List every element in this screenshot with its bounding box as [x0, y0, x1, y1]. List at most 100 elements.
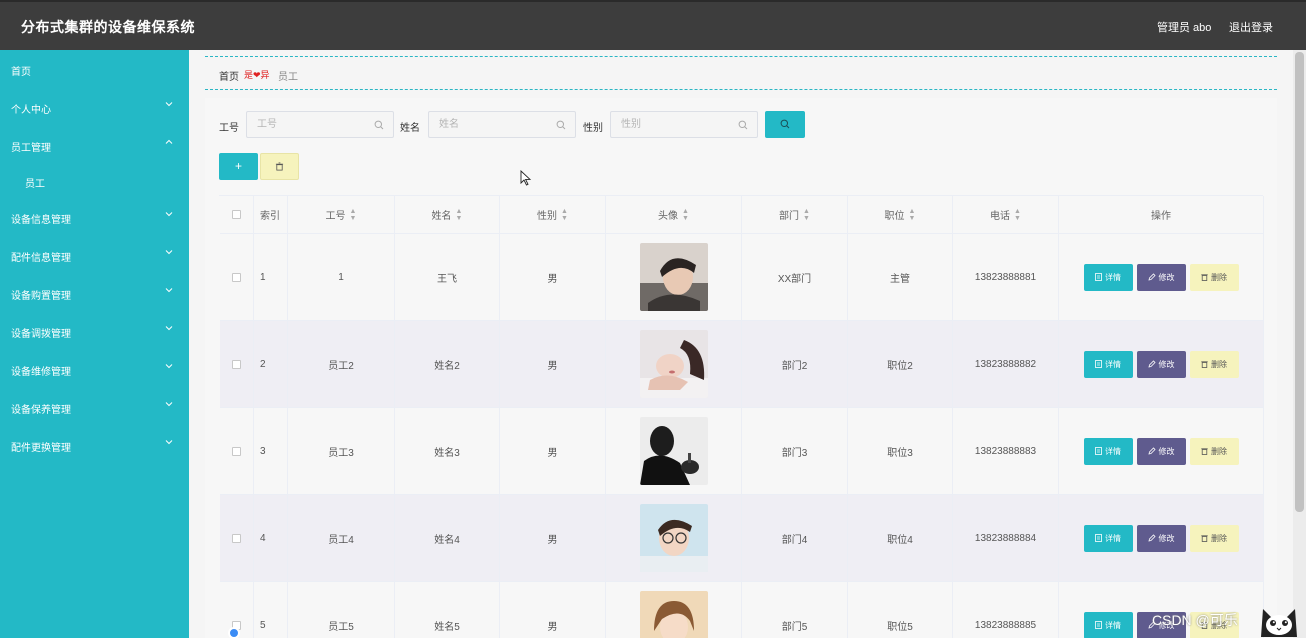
column-header: 索引: [260, 211, 280, 222]
column-header-sortable[interactable]: 性别 ▲ ▼: [500, 196, 606, 234]
mouse-cursor-icon: [520, 170, 532, 186]
column-header: 性别: [537, 211, 558, 222]
cell-name: 姓名5: [395, 582, 500, 638]
row-checkbox[interactable]: [232, 359, 241, 369]
pencil-icon: [1147, 534, 1156, 542]
delete-button[interactable]: 删除: [1189, 437, 1239, 465]
sort-icon: ▲ ▼: [682, 207, 689, 222]
name-field[interactable]: [428, 111, 576, 138]
column-header-sortable[interactable]: 姓名 ▲ ▼: [395, 196, 500, 234]
sidebar-item-employee-management[interactable]: 员工管理: [0, 126, 189, 164]
detail-button[interactable]: 详情: [1083, 350, 1133, 378]
floating-indicator[interactable]: [228, 627, 240, 638]
row-checkbox[interactable]: [232, 272, 241, 282]
breadcrumb-separator: 是❤异: [244, 70, 270, 80]
edit-button[interactable]: 修改: [1136, 524, 1186, 552]
delete-button[interactable]: 删除: [1189, 263, 1239, 291]
gonghao-input[interactable]: [247, 112, 367, 137]
delete-button[interactable]: 删除: [1189, 524, 1239, 552]
edit-button[interactable]: 修改: [1136, 350, 1186, 378]
column-header-sortable[interactable]: 部门 ▲ ▼: [742, 196, 848, 234]
scrollbar-thumb[interactable]: [1295, 52, 1304, 512]
detail-button[interactable]: 详情: [1083, 437, 1133, 465]
add-button[interactable]: +: [219, 153, 258, 180]
gender-input[interactable]: [611, 112, 731, 137]
edit-label: 修改: [1158, 446, 1175, 456]
sidebar-item-device-maintenance[interactable]: 设备保养管理: [0, 388, 189, 426]
cat-mascot-icon: [1261, 609, 1297, 637]
sidebar-item-device-purchase[interactable]: 设备购置管理: [0, 274, 189, 312]
sidebar-item-device-info[interactable]: 设备信息管理: [0, 198, 189, 236]
select-all-checkbox[interactable]: [232, 210, 241, 219]
edit-button[interactable]: 修改: [1136, 437, 1186, 465]
sidebar-item-employee[interactable]: 员工: [0, 162, 189, 198]
breadcrumb: 首页 是❤异 员工: [205, 56, 1277, 90]
sidebar-item-label: 配件更换管理: [11, 443, 71, 454]
cell-index: 3: [254, 408, 288, 495]
cell-name: 王飞: [395, 234, 500, 321]
row-checkbox[interactable]: [232, 446, 241, 456]
sidebar-item-parts-replacement[interactable]: 配件更换管理: [0, 426, 189, 464]
cell-gender: 男: [500, 495, 606, 582]
cell-gonghao: 员工5: [288, 582, 395, 638]
breadcrumb-home[interactable]: 首页: [219, 68, 239, 83]
document-icon: [1095, 360, 1102, 368]
delete-button[interactable]: 删除: [1189, 350, 1239, 378]
sort-icon: ▲ ▼: [803, 207, 810, 222]
cell-gender: 男: [500, 234, 606, 321]
chevron-down-icon: [165, 102, 173, 107]
avatar: [639, 330, 708, 398]
sort-icon: ▲ ▼: [561, 207, 568, 222]
delete-label: 删除: [1211, 446, 1227, 456]
table-row: 4 员工4 姓名4 男 部门4 职位4 13823888884 详情 修改 删除: [220, 495, 1264, 582]
edit-button[interactable]: 修改: [1136, 263, 1186, 291]
table-row: 2 员工2 姓名2 男 部门2 职位2 13823888882 详情 修改 删除: [220, 321, 1264, 408]
search-icon: [780, 119, 790, 129]
pencil-icon: [1147, 360, 1156, 368]
cell-dept: XX部门: [742, 234, 848, 321]
detail-button[interactable]: 详情: [1083, 524, 1133, 552]
name-input[interactable]: [429, 112, 549, 137]
cell-dept: 部门4: [742, 495, 848, 582]
sidebar-item-device-repair[interactable]: 设备维修管理: [0, 350, 189, 388]
column-header-sortable[interactable]: 头像 ▲ ▼: [606, 196, 742, 234]
sidebar-item-label: 设备维修管理: [11, 367, 71, 378]
detail-button[interactable]: 详情: [1083, 263, 1133, 291]
cell-position: 职位5: [848, 582, 953, 638]
breadcrumb-current: 员工: [278, 72, 298, 83]
detail-button[interactable]: 详情: [1083, 611, 1133, 638]
column-header: 工号: [325, 211, 346, 222]
column-header: 电话: [990, 211, 1011, 222]
trash-icon: [1201, 361, 1208, 368]
gender-field[interactable]: [610, 111, 758, 138]
sidebar-item-parts-info[interactable]: 配件信息管理: [0, 236, 189, 274]
sidebar-item-device-transfer[interactable]: 设备调拨管理: [0, 312, 189, 350]
column-header-sortable[interactable]: 职位 ▲ ▼: [848, 196, 953, 234]
batch-delete-button[interactable]: [260, 153, 299, 180]
avatar: [639, 591, 708, 638]
gonghao-field[interactable]: [246, 111, 394, 138]
edit-label: 修改: [1158, 272, 1175, 282]
sort-icon: ▲ ▼: [1014, 207, 1021, 222]
column-header-sortable[interactable]: 工号 ▲ ▼: [288, 196, 395, 234]
sort-icon: ▲ ▼: [908, 207, 916, 222]
detail-label: 详情: [1105, 446, 1121, 456]
column-header-sortable[interactable]: 电话 ▲ ▼: [953, 196, 1059, 234]
chevron-down-icon: [165, 364, 173, 369]
search-button[interactable]: [765, 111, 805, 138]
detail-label: 详情: [1105, 272, 1121, 282]
chevron-down-icon: [165, 326, 173, 331]
search-icon: [738, 120, 748, 130]
row-checkbox[interactable]: [232, 533, 241, 543]
sidebar-item-personal-center[interactable]: 个人中心: [0, 88, 189, 126]
chevron-up-icon: [165, 139, 173, 144]
chevron-down-icon: [165, 440, 173, 445]
search-icon: [374, 120, 384, 130]
cell-position: 职位4: [848, 495, 953, 582]
column-header: 部门: [779, 211, 800, 222]
cell-name: 姓名4: [395, 495, 500, 582]
pencil-icon: [1147, 447, 1156, 455]
logout-link[interactable]: 退出登录: [1229, 19, 1273, 35]
cell-gender: 男: [500, 408, 606, 495]
sidebar-item-home[interactable]: 首页: [0, 50, 189, 88]
